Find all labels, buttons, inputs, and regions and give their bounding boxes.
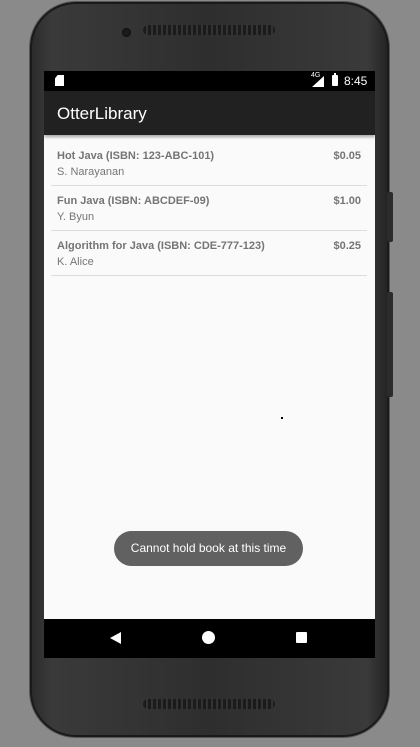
book-author: Y. Byun	[57, 211, 95, 223]
sd-card-icon	[55, 75, 64, 86]
app-bar: OtterLibrary	[44, 91, 375, 135]
book-list-item[interactable]: Hot Java (ISBN: 123-ABC-101) S. Narayana…	[51, 141, 367, 186]
book-price: $0.25	[333, 240, 361, 252]
home-icon[interactable]	[202, 631, 215, 644]
top-speaker	[143, 25, 275, 35]
back-icon[interactable]	[110, 632, 121, 644]
recents-icon[interactable]	[296, 632, 307, 643]
front-camera	[122, 28, 131, 37]
book-list: Hot Java (ISBN: 123-ABC-101) S. Narayana…	[51, 141, 367, 276]
book-author: S. Narayanan	[57, 166, 125, 178]
book-title: Fun Java (ISBN: ABCDEF-09)	[57, 195, 210, 207]
book-author: K. Alice	[57, 256, 94, 268]
volume-button	[387, 192, 393, 242]
book-price: $1.00	[333, 195, 361, 207]
toast-message: Cannot hold book at this time	[114, 531, 303, 566]
power-button	[387, 292, 393, 397]
app-title: OtterLibrary	[57, 104, 147, 123]
device-screen: 4G 8:45 OtterLibrary Hot Java (ISBN: 123…	[44, 71, 375, 658]
book-list-item[interactable]: Fun Java (ISBN: ABCDEF-09) Y. Byun $1.00	[51, 186, 367, 231]
status-bar: 4G 8:45	[44, 71, 375, 91]
battery-icon	[332, 73, 338, 86]
status-time: 8:45	[344, 74, 368, 88]
pointer-dot	[281, 417, 283, 419]
network-type-label: 4G	[311, 72, 321, 79]
book-title: Algorithm for Java (ISBN: CDE-777-123)	[57, 240, 265, 252]
book-title: Hot Java (ISBN: 123-ABC-101)	[57, 150, 215, 162]
book-price: $0.05	[333, 150, 361, 162]
navigation-bar	[44, 619, 375, 658]
bottom-speaker	[143, 699, 275, 709]
book-list-item[interactable]: Algorithm for Java (ISBN: CDE-777-123) K…	[51, 231, 367, 276]
